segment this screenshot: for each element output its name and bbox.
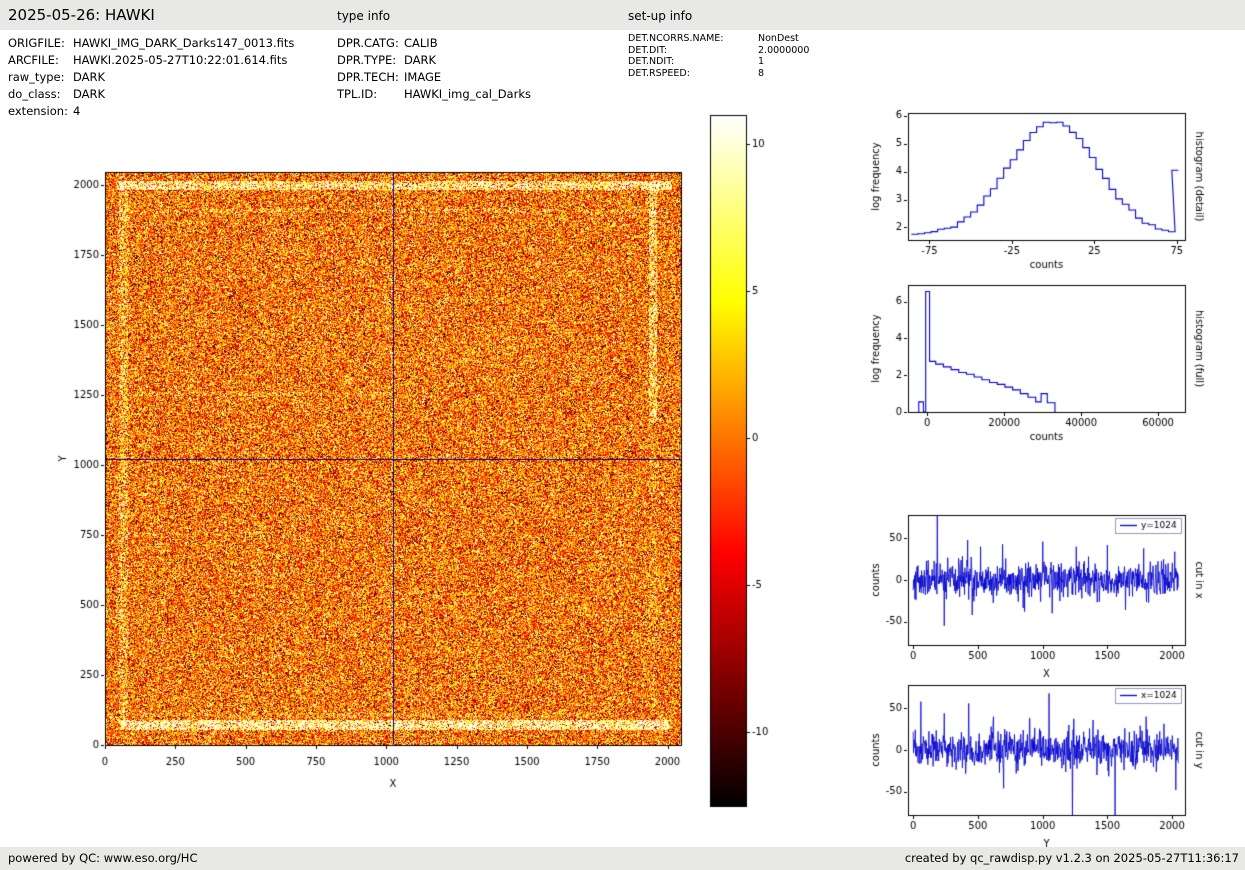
meta-label: do_class:	[8, 87, 73, 101]
meta-value: HAWKI_img_cal_Darks	[404, 87, 531, 101]
meta-value: 8	[758, 68, 764, 79]
detector-image-plot	[40, 130, 700, 810]
do-class-row: do_class: DARK	[8, 85, 294, 102]
histogram-detail-plot	[860, 95, 1245, 280]
meta-label: DPR.TYPE:	[337, 53, 404, 67]
origfile-row: ORIGFILE: HAWKI_IMG_DARK_Darks147_0013.f…	[8, 34, 294, 51]
file-info-block: ORIGFILE: HAWKI_IMG_DARK_Darks147_0013.f…	[8, 34, 294, 119]
meta-value: DARK	[73, 87, 105, 101]
setup-info-block: DET.NCORRS.NAME: NonDest DET.DIT: 2.0000…	[628, 33, 809, 79]
dpr-tech-row: DPR.TECH: IMAGE	[337, 68, 531, 85]
qc-report-page: 2025-05-26: HAWKI type info set-up info …	[0, 0, 1245, 870]
meta-label: DPR.TECH:	[337, 70, 404, 84]
cut-in-y-plot	[860, 667, 1245, 857]
meta-label: ARCFILE:	[8, 53, 73, 67]
meta-value: IMAGE	[404, 70, 441, 84]
meta-label: ORIGFILE:	[8, 36, 73, 50]
meta-value: 2.0000000	[758, 45, 809, 56]
det-ncorrs-row: DET.NCORRS.NAME: NonDest	[628, 33, 809, 45]
det-rspeed-row: DET.RSPEED: 8	[628, 68, 809, 80]
meta-value: 4	[73, 104, 80, 118]
footer-powered-by: powered by QC: www.eso.org/HC	[8, 851, 197, 865]
meta-label: DET.NDIT:	[628, 56, 758, 67]
meta-label: TPL.ID:	[337, 87, 404, 101]
page-title: 2025-05-26: HAWKI	[8, 6, 155, 24]
cut-in-x-plot	[860, 497, 1245, 687]
raw-type-row: raw_type: DARK	[8, 68, 294, 85]
arcfile-row: ARCFILE: HAWKI.2025-05-27T10:22:01.614.f…	[8, 51, 294, 68]
histogram-full-plot	[860, 267, 1245, 452]
tpl-id-row: TPL.ID: HAWKI_img_cal_Darks	[337, 85, 531, 102]
meta-label: DET.NCORRS.NAME:	[628, 33, 758, 44]
meta-label: DET.RSPEED:	[628, 68, 758, 79]
header-bar: 2025-05-26: HAWKI type info set-up info	[0, 0, 1245, 30]
footer-bar: powered by QC: www.eso.org/HC created by…	[0, 847, 1245, 870]
dpr-type-row: DPR.TYPE: DARK	[337, 51, 531, 68]
meta-label: raw_type:	[8, 70, 73, 84]
meta-value: 1	[758, 56, 764, 67]
meta-value: NonDest	[758, 33, 799, 44]
meta-value: DARK	[73, 70, 105, 84]
meta-label: extension:	[8, 104, 73, 118]
type-info-block: DPR.CATG: CALIB DPR.TYPE: DARK DPR.TECH:…	[337, 34, 531, 102]
meta-value: CALIB	[404, 36, 438, 50]
colorbar	[698, 105, 788, 825]
meta-value: DARK	[404, 53, 436, 67]
det-ndit-row: DET.NDIT: 1	[628, 56, 809, 68]
footer-created-by: created by qc_rawdisp.py v1.2.3 on 2025-…	[905, 851, 1239, 865]
dpr-catg-row: DPR.CATG: CALIB	[337, 34, 531, 51]
det-dit-row: DET.DIT: 2.0000000	[628, 45, 809, 57]
extension-row: extension: 4	[8, 102, 294, 119]
meta-value: HAWKI.2025-05-27T10:22:01.614.fits	[73, 53, 287, 67]
meta-label: DPR.CATG:	[337, 36, 404, 50]
type-info-heading: type info	[337, 9, 390, 23]
meta-value: HAWKI_IMG_DARK_Darks147_0013.fits	[73, 36, 294, 50]
meta-label: DET.DIT:	[628, 45, 758, 56]
setup-info-heading: set-up info	[628, 9, 692, 23]
